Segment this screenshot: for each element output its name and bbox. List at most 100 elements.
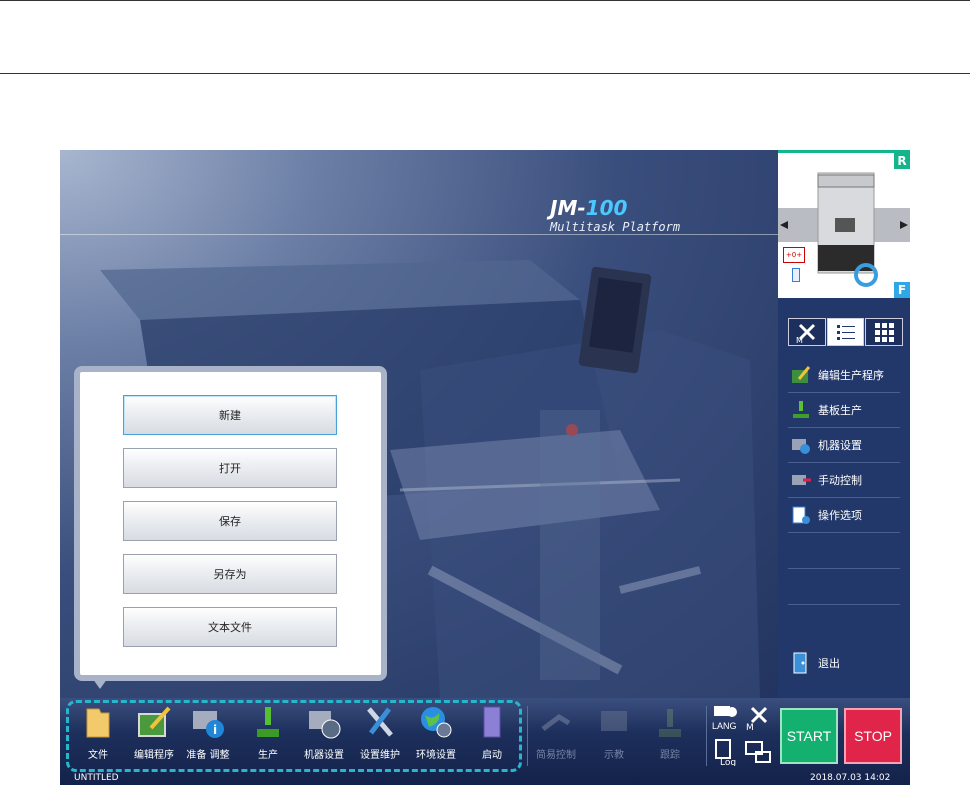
toolbar-trace-label: 跟踪 (660, 750, 680, 761)
monitor-icon (745, 741, 771, 763)
small-tools: LANG M Log (712, 704, 774, 770)
menu-edit-program-label: 编辑生产程序 (818, 369, 884, 382)
toolbar-prepare-button[interactable]: i 准备 调整 (182, 704, 234, 764)
rear-indicator: R (894, 153, 910, 169)
manual-control-icon (790, 469, 812, 491)
toolbar-maintenance-label: 设置维护 (360, 750, 400, 761)
page-header-rule (0, 73, 970, 74)
front-indicator: F (894, 282, 910, 298)
feeder-small-icon (792, 268, 800, 282)
trace-icon (652, 704, 688, 740)
menu-operation-options-label: 操作选项 (818, 509, 862, 522)
save-button[interactable]: 保存 (123, 501, 337, 541)
menu-edit-program[interactable]: 编辑生产程序 (788, 358, 900, 393)
toolbar-edit-program-label: 编辑程序 (134, 750, 174, 761)
grid-view-icon (875, 323, 895, 342)
popup-pointer (90, 675, 110, 689)
teaching-icon (596, 704, 632, 740)
prepare-adjust-icon: i (190, 704, 226, 740)
brand-model-prefix: JM- (550, 196, 586, 220)
toolbar-environment-button[interactable]: 环境设置 (410, 704, 462, 764)
exit-door-icon (790, 652, 812, 674)
menu-operation-options[interactable]: 操作选项 (788, 498, 900, 533)
toolbar-start-guide-button[interactable]: 启动 (466, 704, 518, 764)
production-icon (250, 704, 286, 740)
menu-production-label: 基板生产 (818, 404, 862, 417)
toolbar-teaching-label: 示教 (604, 750, 624, 761)
brand-logo: JM- 100 Multitask Platform (550, 196, 680, 234)
machine-setting-icon (790, 434, 812, 456)
toolbar-easy-control-button[interactable]: 简易控制 (530, 704, 582, 764)
toolbar-easy-control-label: 简易控制 (536, 750, 576, 761)
start-button[interactable]: START (780, 708, 838, 764)
status-datetime: 2018.07.03 14:02 (810, 773, 891, 783)
svg-text:Log: Log (720, 758, 736, 766)
stop-button[interactable]: STOP (844, 708, 902, 764)
list-view-icon (836, 325, 855, 340)
svg-text:LANG: LANG (712, 721, 737, 731)
save-as-button[interactable]: 另存为 (123, 554, 337, 594)
exit-label: 退出 (818, 657, 840, 670)
page-top-rule (0, 0, 970, 1)
toolbar-teaching-button[interactable]: 示教 (588, 704, 640, 764)
machine-setting-icon (306, 704, 342, 740)
app-screen: JM- 100 Multitask Platform 新建 打开 保存 另存为 文… (60, 150, 910, 785)
svg-text:M: M (796, 336, 803, 343)
origin-button[interactable]: +0+ (783, 247, 805, 263)
tab-grid[interactable] (865, 318, 904, 346)
svg-text:M: M (746, 723, 754, 732)
toolbar-environment-label: 环境设置 (416, 750, 456, 761)
menu-empty-slot (788, 569, 900, 605)
feeder-view[interactable]: R F +0+ (778, 150, 910, 298)
tab-list[interactable] (826, 318, 865, 346)
status-file-name: UNTITLED (74, 773, 119, 783)
right-menu: 编辑生产程序 基板生产 机器设置 手动控制 操作选项 (788, 358, 900, 605)
mode-tabs: M (788, 318, 904, 346)
brand-subtitle: Multitask Platform (550, 220, 681, 234)
text-file-button[interactable]: 文本文件 (123, 607, 337, 647)
brand-model-number: 100 (585, 196, 628, 220)
exit-button[interactable]: 退出 (788, 652, 840, 674)
manual-tools-icon: M (746, 706, 768, 732)
open-button[interactable]: 打开 (123, 448, 337, 488)
edit-program-icon (790, 364, 812, 386)
new-button[interactable]: 新建 (123, 395, 337, 435)
svg-text:i: i (213, 723, 217, 737)
toolbar-machine-setting-button[interactable]: 机器设置 (298, 704, 350, 764)
menu-empty-slot (788, 533, 900, 569)
right-panel: R F +0+ M 编辑生产程序 基板生产 机器设置 手动控制 操作选项 退出 (778, 150, 910, 698)
menu-machine-setting-label: 机器设置 (818, 439, 862, 452)
toolbar-start-guide-label: 启动 (482, 750, 502, 761)
language-icon: LANG (712, 706, 737, 731)
environment-icon (418, 704, 454, 740)
log-icon: Log (715, 739, 736, 766)
toolbar-trace-button[interactable]: 跟踪 (644, 704, 696, 764)
manual-mode-button[interactable]: M (744, 704, 772, 732)
menu-machine-setting[interactable]: 机器设置 (788, 428, 900, 463)
edit-program-icon (136, 704, 172, 740)
toolbar-production-button[interactable]: 生产 (242, 704, 294, 764)
language-button[interactable]: LANG (712, 704, 740, 732)
easy-control-icon (538, 704, 574, 740)
toolbar-separator (706, 706, 707, 766)
book-icon (474, 704, 510, 740)
maintenance-icon (362, 704, 398, 740)
toolbar-machine-setting-label: 机器设置 (304, 750, 344, 761)
tab-manual[interactable]: M (788, 318, 826, 346)
toolbar-prepare-label: 准备 调整 (186, 750, 230, 761)
toolbar-separator (527, 706, 528, 766)
brand-divider (60, 234, 778, 235)
toolbar-production-label: 生产 (258, 750, 278, 761)
toolbar-edit-program-button[interactable]: 编辑程序 (128, 704, 180, 764)
menu-production[interactable]: 基板生产 (788, 393, 900, 428)
production-icon (790, 399, 812, 421)
toolbar-maintenance-button[interactable]: 设置维护 (354, 704, 406, 764)
machine-background: JM- 100 Multitask Platform 新建 打开 保存 另存为 文… (60, 150, 778, 698)
toolbar-file-button[interactable]: 文件 (72, 704, 124, 764)
toolbar-file-label: 文件 (88, 750, 108, 761)
folder-icon (80, 704, 116, 740)
monitor-button[interactable] (744, 738, 772, 766)
manual-tools-icon: M (796, 323, 815, 343)
menu-manual-control[interactable]: 手动控制 (788, 463, 900, 498)
log-button[interactable]: Log (712, 738, 740, 766)
